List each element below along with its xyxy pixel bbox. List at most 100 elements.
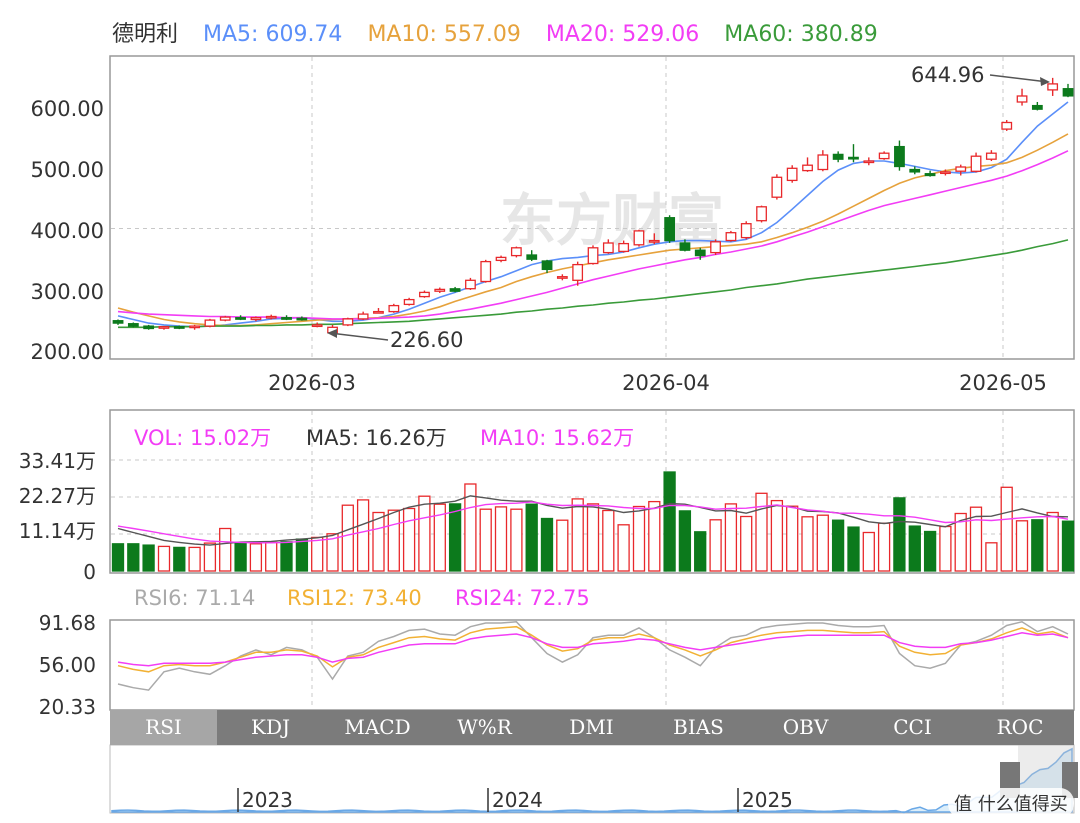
- footer-badge-text: 值 什么值得买: [954, 794, 1068, 815]
- volume-bar: [893, 497, 906, 572]
- volume-bar: [786, 505, 799, 572]
- candle-body: [143, 325, 155, 330]
- volume-bar: [740, 515, 753, 572]
- vol-ma5-legend: MA5: 16.26万: [306, 426, 447, 450]
- price-tick-label: 400.00: [31, 219, 104, 243]
- candle-body: [909, 168, 921, 173]
- date-tick-label: 2026-05: [959, 371, 1047, 395]
- volume-bar: [770, 499, 784, 572]
- volume-bar: [280, 541, 293, 572]
- volume-bar: [1015, 520, 1029, 572]
- tab-dmi[interactable]: DMI: [538, 710, 645, 745]
- candle-body: [265, 315, 277, 319]
- volume-axis: 33.41万 22.27万 11.14万 0: [19, 449, 96, 584]
- candle-body: [1001, 121, 1013, 130]
- candle-body: [633, 230, 645, 246]
- candle-body: [848, 156, 859, 160]
- volume-bar: [341, 504, 354, 572]
- tab-wr[interactable]: W%R: [431, 710, 538, 745]
- tab-obv[interactable]: OBV: [752, 710, 859, 745]
- rsi-panel-frame: [109, 619, 1075, 711]
- rsi-tick-label: 91.68: [39, 611, 96, 635]
- candle-body: [618, 242, 630, 253]
- volume-bar: [525, 503, 538, 572]
- volume-bar: [479, 508, 492, 572]
- rsi-tick-label: 20.33: [39, 695, 96, 719]
- volume-bar: [418, 495, 431, 572]
- candle-body: [756, 206, 767, 222]
- volume-tick-label: 33.41万: [19, 449, 96, 473]
- candle-body: [602, 242, 614, 254]
- volume-bar: [234, 542, 247, 572]
- date-tick-label: 2026-03: [268, 371, 356, 395]
- candle-body: [970, 155, 982, 172]
- volume-bar: [831, 519, 845, 572]
- volume-bar: [402, 507, 416, 572]
- candle-body: [694, 249, 706, 257]
- navigator-year-label: 2023: [242, 788, 293, 812]
- volume-tick-label: 11.14万: [19, 519, 96, 543]
- footer-badge: 值 什么值得买: [948, 788, 1074, 818]
- volume-bar: [862, 531, 875, 572]
- candle-body: [342, 318, 354, 326]
- tab-bias[interactable]: BIAS: [645, 710, 752, 745]
- volume-bar: [632, 505, 646, 572]
- candle-body: [250, 317, 262, 321]
- candle-body: [664, 217, 676, 242]
- candle-body: [219, 316, 231, 321]
- price-tick-label: 600.00: [31, 97, 104, 121]
- price-tick-label: 200.00: [31, 340, 104, 364]
- stock-chart[interactable]: 东方财富 600.00 500.00 400.00 300.00 200.00 …: [0, 0, 1080, 823]
- volume-bar: [877, 522, 891, 572]
- candle-body: [955, 166, 967, 172]
- candle-body: [679, 242, 691, 251]
- tab-rsi[interactable]: RSI: [110, 710, 217, 745]
- navigator-year-label: 2024: [492, 788, 543, 812]
- candle-body: [204, 319, 216, 327]
- volume-bars: [111, 471, 1075, 572]
- rsi-grid: [311, 621, 1004, 709]
- tab-kdj[interactable]: KDJ: [217, 710, 324, 745]
- volume-bar: [923, 530, 937, 572]
- volume-bar: [1061, 520, 1075, 572]
- candle-body: [771, 176, 783, 198]
- volume-bar: [694, 531, 707, 572]
- volume-bar: [1046, 511, 1059, 572]
- volume-bar: [157, 545, 171, 572]
- candle-body: [894, 145, 905, 168]
- volume-bar: [1000, 486, 1013, 572]
- candle-body: [541, 260, 553, 271]
- volume-bar: [724, 503, 738, 572]
- rsi-line-rsi6: [117, 620, 1069, 691]
- candle-body: [587, 247, 599, 265]
- candle-body: [710, 241, 721, 254]
- price-axis: 600.00 500.00 400.00 300.00 200.00: [31, 97, 104, 364]
- candle-body: [556, 276, 568, 279]
- volume-bar: [847, 526, 860, 572]
- rsi12-legend: RSI12: 73.40: [287, 586, 422, 610]
- volume-bar: [356, 499, 370, 572]
- volume-bar: [571, 498, 584, 572]
- candle-body: [940, 171, 951, 175]
- volume-bar: [372, 511, 385, 572]
- volume-bar: [1031, 519, 1044, 572]
- candle-body: [434, 288, 446, 292]
- rsi-tick-label: 56.00: [39, 653, 96, 677]
- candle-body: [863, 160, 875, 164]
- candle-body: [1047, 83, 1059, 91]
- volume-bar: [586, 503, 600, 572]
- candle-body: [480, 260, 492, 283]
- date-axis: 2026-03 2026-04 2026-05: [268, 371, 1047, 395]
- candle-body: [526, 254, 538, 260]
- tab-cci[interactable]: CCI: [859, 710, 966, 745]
- volume-bar: [510, 508, 523, 572]
- tab-macd[interactable]: MACD: [324, 710, 431, 745]
- volume-bar: [448, 503, 462, 572]
- volume-bar: [985, 542, 998, 572]
- rsi-line-rsi12: [117, 625, 1069, 673]
- volume-tick-label: 22.27万: [19, 484, 96, 508]
- low-annotation: 226.60: [390, 328, 463, 352]
- candle-body: [832, 153, 844, 160]
- tab-roc[interactable]: ROC: [966, 710, 1074, 745]
- candle-body: [173, 326, 185, 329]
